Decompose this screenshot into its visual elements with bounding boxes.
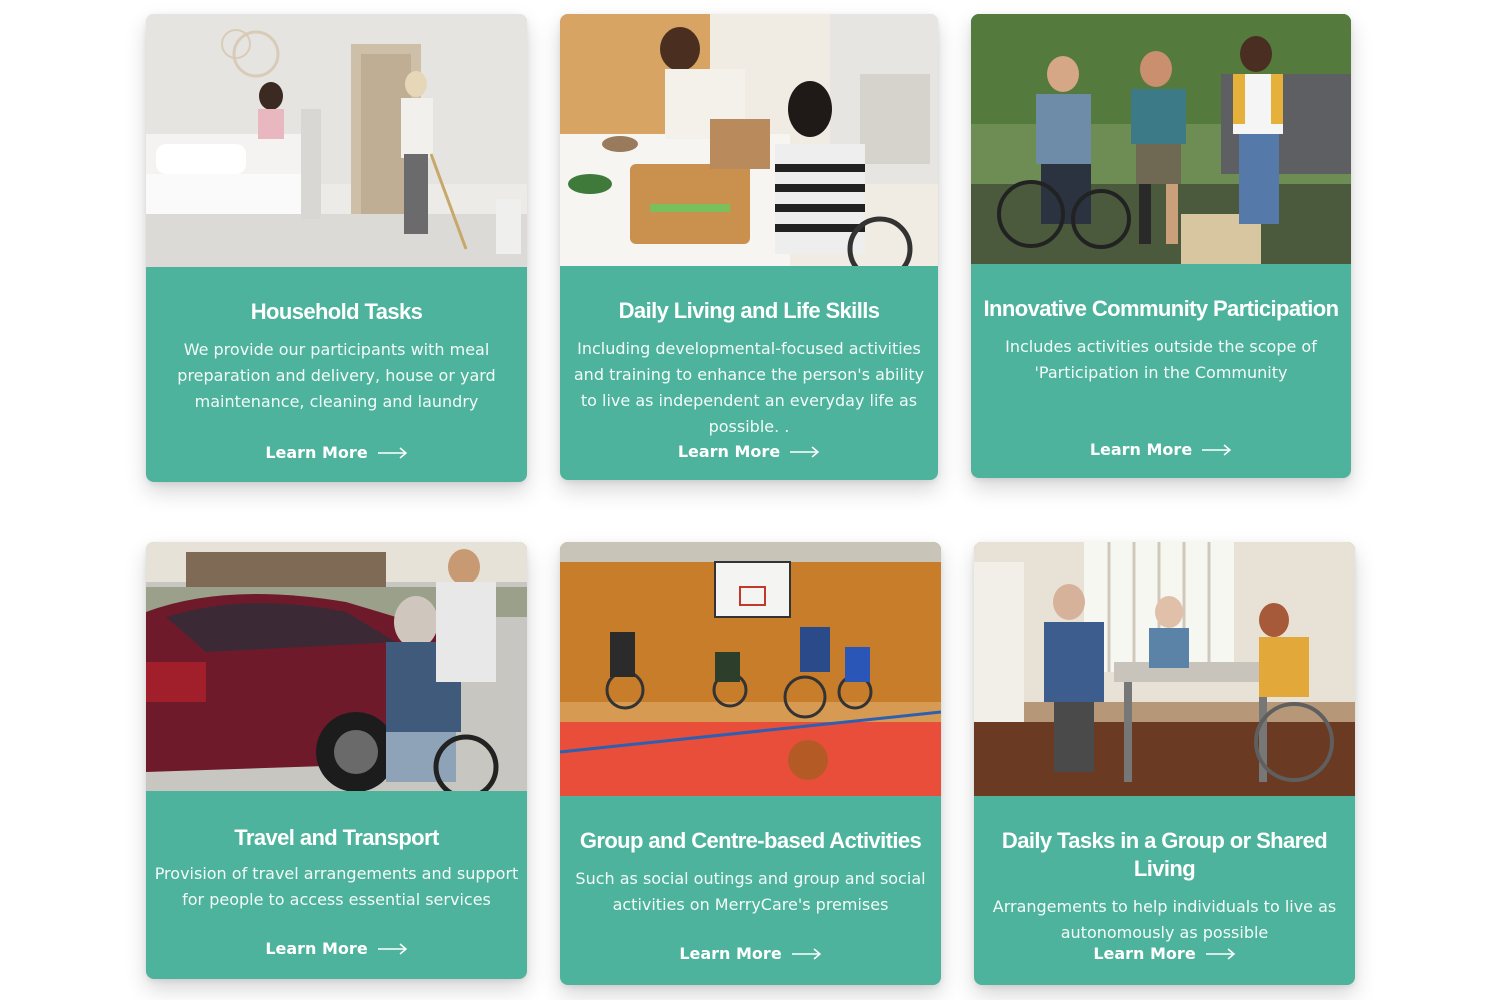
learn-more-link[interactable]: Learn More [560,944,941,963]
learn-more-label: Learn More [265,443,368,462]
service-card-travel-transport: Travel and Transport Provision of travel… [146,542,527,979]
learn-more-link[interactable]: Learn More [974,944,1355,963]
learn-more-link[interactable]: Learn More [146,939,527,958]
learn-more-link[interactable]: Learn More [146,443,527,462]
arrow-right-icon [377,446,407,459]
learn-more-label: Learn More [679,944,782,963]
arrow-right-icon [1205,947,1235,960]
card-photo [560,542,941,796]
service-card-household-tasks: Household Tasks We provide our participa… [146,14,527,482]
service-card-group-activities: Group and Centre-based Activities Such a… [560,542,941,985]
card-photo [146,14,527,267]
card-description: Provision of travel arrangements and sup… [154,864,519,909]
card-title: Group and Centre-based Activities [579,828,922,853]
learn-more-label: Learn More [677,442,781,461]
arrow-right-icon [790,445,820,458]
card-description: Including developmental-focused activiti… [573,339,925,436]
arrow-right-icon [1202,443,1232,456]
card-photo [560,14,938,266]
card-photo [974,542,1355,796]
card-title: Household Tasks [250,299,423,324]
card-description: Includes activities outside the scope of… [1005,337,1317,382]
learn-more-label: Learn More [1093,944,1196,963]
card-title: Daily Living and Life Skills [618,298,880,323]
card-photo [146,542,527,791]
card-photo [971,14,1351,264]
card-title: Travel and Transport [234,825,439,850]
card-title: Daily Tasks in a Group or Shared Living [1001,828,1328,881]
learn-more-link[interactable]: Learn More [560,442,938,461]
service-card-community-participation: Innovative Community Participation Inclu… [971,14,1351,478]
learn-more-label: Learn More [1089,440,1193,459]
learn-more-label: Learn More [265,939,368,958]
service-card-daily-living: Daily Living and Life Skills Including d… [560,14,938,480]
learn-more-link[interactable]: Learn More [971,440,1351,459]
card-description: We provide our participants with meal pr… [177,340,496,411]
arrow-right-icon [377,942,407,955]
arrow-right-icon [791,947,821,960]
service-card-shared-living: Daily Tasks in a Group or Shared Living … [974,542,1355,985]
card-description: Such as social outings and group and soc… [575,869,926,914]
card-description: Arrangements to help individuals to live… [992,897,1337,942]
card-title: Innovative Community Participation [983,296,1339,321]
